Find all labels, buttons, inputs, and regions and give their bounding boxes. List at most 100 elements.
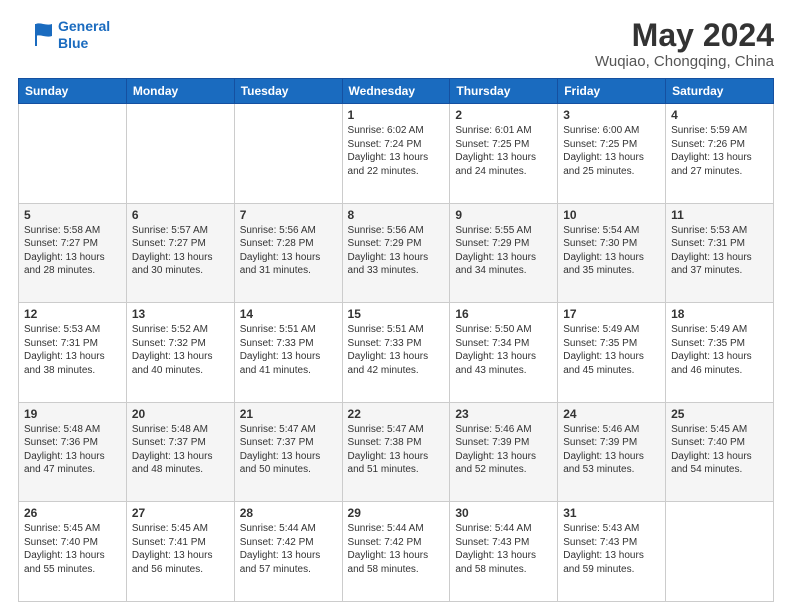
day-number: 15 xyxy=(348,307,445,321)
day-number: 1 xyxy=(348,108,445,122)
day-info: Sunrise: 5:48 AMSunset: 7:36 PMDaylight:… xyxy=(24,423,121,477)
table-row: 28 Sunrise: 5:44 AMSunset: 7:42 PMDayligh… xyxy=(234,502,342,602)
day-number: 14 xyxy=(240,307,337,321)
day-number: 21 xyxy=(240,407,337,421)
main-title: May 2024 xyxy=(595,18,774,53)
day-info: Sunrise: 5:56 AMSunset: 7:28 PMDaylight:… xyxy=(240,224,337,278)
day-info: Sunrise: 5:44 AMSunset: 7:43 PMDaylight:… xyxy=(455,522,552,576)
day-info: Sunrise: 5:46 AMSunset: 7:39 PMDaylight:… xyxy=(455,423,552,477)
table-row: 19 Sunrise: 5:48 AMSunset: 7:36 PMDayligh… xyxy=(19,402,127,502)
table-row: 4 Sunrise: 5:59 AMSunset: 7:26 PMDaylight… xyxy=(666,104,774,204)
day-number: 7 xyxy=(240,208,337,222)
table-row: 18Sunrise: 5:49 AMSunset: 7:35 PMDayligh… xyxy=(666,303,774,403)
day-info: Sunrise: 5:57 AMSunset: 7:27 PMDaylight:… xyxy=(132,224,229,278)
table-row: 25Sunrise: 5:45 AMSunset: 7:40 PMDayligh… xyxy=(666,402,774,502)
day-number: 23 xyxy=(455,407,552,421)
table-row: 2Sunrise: 6:01 AMSunset: 7:25 PMDaylight… xyxy=(450,104,558,204)
table-row: 27 Sunrise: 5:45 AMSunset: 7:41 PMDayligh… xyxy=(126,502,234,602)
day-number: 27 xyxy=(132,506,229,520)
day-number: 22 xyxy=(348,407,445,421)
table-row: 14 Sunrise: 5:51 AMSunset: 7:33 PMDayligh… xyxy=(234,303,342,403)
day-info: Sunrise: 5:51 AMSunset: 7:33 PMDaylight:… xyxy=(240,323,337,377)
table-row: 31 Sunrise: 5:43 AMSunset: 7:43 PMDayligh… xyxy=(558,502,666,602)
day-number: 9 xyxy=(455,208,552,222)
day-info: Sunrise: 5:52 AMSunset: 7:32 PMDaylight:… xyxy=(132,323,229,377)
day-info: Sunrise: 5:46 AMSunset: 7:39 PMDaylight:… xyxy=(563,423,660,477)
calendar-header-row: Sunday Monday Tuesday Wednesday Thursday… xyxy=(19,79,774,104)
table-row: 17 Sunrise: 5:49 AMSunset: 7:35 PMDayligh… xyxy=(558,303,666,403)
table-row: 3 Sunrise: 6:00 AMSunset: 7:25 PMDaylight… xyxy=(558,104,666,204)
subtitle: Wuqiao, Chongqing, China xyxy=(595,53,774,70)
day-info: Sunrise: 5:45 AMSunset: 7:40 PMDaylight:… xyxy=(24,522,121,576)
day-info: Sunrise: 5:49 AMSunset: 7:35 PMDaylight:… xyxy=(563,323,660,377)
table-row: 29Sunrise: 5:44 AMSunset: 7:42 PMDayligh… xyxy=(342,502,450,602)
logo-icon xyxy=(18,20,54,50)
col-sunday: Sunday xyxy=(19,79,127,104)
day-number: 10 xyxy=(563,208,660,222)
day-number: 18 xyxy=(671,307,768,321)
day-number: 17 xyxy=(563,307,660,321)
table-row: 23 Sunrise: 5:46 AMSunset: 7:39 PMDayligh… xyxy=(450,402,558,502)
day-info: Sunrise: 5:47 AMSunset: 7:38 PMDaylight:… xyxy=(348,423,445,477)
day-info: Sunrise: 6:01 AMSunset: 7:25 PMDaylight:… xyxy=(455,124,552,178)
day-number: 20 xyxy=(132,407,229,421)
day-number: 4 xyxy=(671,108,768,122)
calendar: Sunday Monday Tuesday Wednesday Thursday… xyxy=(18,78,774,602)
day-number: 31 xyxy=(563,506,660,520)
week-row-4: 19 Sunrise: 5:48 AMSunset: 7:36 PMDayligh… xyxy=(19,402,774,502)
day-number: 13 xyxy=(132,307,229,321)
day-number: 6 xyxy=(132,208,229,222)
day-number: 8 xyxy=(348,208,445,222)
day-number: 29 xyxy=(348,506,445,520)
table-row: 24 Sunrise: 5:46 AMSunset: 7:39 PMDayligh… xyxy=(558,402,666,502)
day-info: Sunrise: 5:59 AMSunset: 7:26 PMDaylight:… xyxy=(671,124,768,178)
day-info: Sunrise: 5:43 AMSunset: 7:43 PMDaylight:… xyxy=(563,522,660,576)
table-row: 9 Sunrise: 5:55 AMSunset: 7:29 PMDaylight… xyxy=(450,203,558,303)
day-number: 25 xyxy=(671,407,768,421)
day-info: Sunrise: 5:53 AMSunset: 7:31 PMDaylight:… xyxy=(671,224,768,278)
table-row: 11 Sunrise: 5:53 AMSunset: 7:31 PMDayligh… xyxy=(666,203,774,303)
day-number: 28 xyxy=(240,506,337,520)
day-number: 5 xyxy=(24,208,121,222)
table-row xyxy=(126,104,234,204)
logo-text: General Blue xyxy=(58,18,110,52)
day-number: 12 xyxy=(24,307,121,321)
table-row xyxy=(19,104,127,204)
day-info: Sunrise: 5:47 AMSunset: 7:37 PMDaylight:… xyxy=(240,423,337,477)
day-info: Sunrise: 5:58 AMSunset: 7:27 PMDaylight:… xyxy=(24,224,121,278)
week-row-1: 1Sunrise: 6:02 AMSunset: 7:24 PMDaylight… xyxy=(19,104,774,204)
col-tuesday: Tuesday xyxy=(234,79,342,104)
day-number: 11 xyxy=(671,208,768,222)
day-number: 30 xyxy=(455,506,552,520)
table-row: 5 Sunrise: 5:58 AMSunset: 7:27 PMDaylight… xyxy=(19,203,127,303)
col-wednesday: Wednesday xyxy=(342,79,450,104)
table-row: 22 Sunrise: 5:47 AMSunset: 7:38 PMDayligh… xyxy=(342,402,450,502)
week-row-5: 26Sunrise: 5:45 AMSunset: 7:40 PMDayligh… xyxy=(19,502,774,602)
week-row-3: 12Sunrise: 5:53 AMSunset: 7:31 PMDayligh… xyxy=(19,303,774,403)
day-info: Sunrise: 5:48 AMSunset: 7:37 PMDaylight:… xyxy=(132,423,229,477)
table-row: 7 Sunrise: 5:56 AMSunset: 7:28 PMDaylight… xyxy=(234,203,342,303)
table-row: 13 Sunrise: 5:52 AMSunset: 7:32 PMDayligh… xyxy=(126,303,234,403)
day-info: Sunrise: 5:45 AMSunset: 7:41 PMDaylight:… xyxy=(132,522,229,576)
table-row: 20 Sunrise: 5:48 AMSunset: 7:37 PMDayligh… xyxy=(126,402,234,502)
header: General Blue May 2024 Wuqiao, Chongqing,… xyxy=(18,18,774,70)
day-info: Sunrise: 5:54 AMSunset: 7:30 PMDaylight:… xyxy=(563,224,660,278)
day-info: Sunrise: 5:51 AMSunset: 7:33 PMDaylight:… xyxy=(348,323,445,377)
col-friday: Friday xyxy=(558,79,666,104)
col-saturday: Saturday xyxy=(666,79,774,104)
col-monday: Monday xyxy=(126,79,234,104)
week-row-2: 5 Sunrise: 5:58 AMSunset: 7:27 PMDaylight… xyxy=(19,203,774,303)
table-row: 10 Sunrise: 5:54 AMSunset: 7:30 PMDayligh… xyxy=(558,203,666,303)
day-info: Sunrise: 5:44 AMSunset: 7:42 PMDaylight:… xyxy=(240,522,337,576)
table-row: 8Sunrise: 5:56 AMSunset: 7:29 PMDaylight… xyxy=(342,203,450,303)
day-info: Sunrise: 5:55 AMSunset: 7:29 PMDaylight:… xyxy=(455,224,552,278)
table-row: 1Sunrise: 6:02 AMSunset: 7:24 PMDaylight… xyxy=(342,104,450,204)
table-row: 12Sunrise: 5:53 AMSunset: 7:31 PMDayligh… xyxy=(19,303,127,403)
table-row: 30 Sunrise: 5:44 AMSunset: 7:43 PMDayligh… xyxy=(450,502,558,602)
table-row xyxy=(666,502,774,602)
day-number: 19 xyxy=(24,407,121,421)
day-info: Sunrise: 6:00 AMSunset: 7:25 PMDaylight:… xyxy=(563,124,660,178)
day-number: 24 xyxy=(563,407,660,421)
day-number: 3 xyxy=(563,108,660,122)
table-row: 6 Sunrise: 5:57 AMSunset: 7:27 PMDaylight… xyxy=(126,203,234,303)
